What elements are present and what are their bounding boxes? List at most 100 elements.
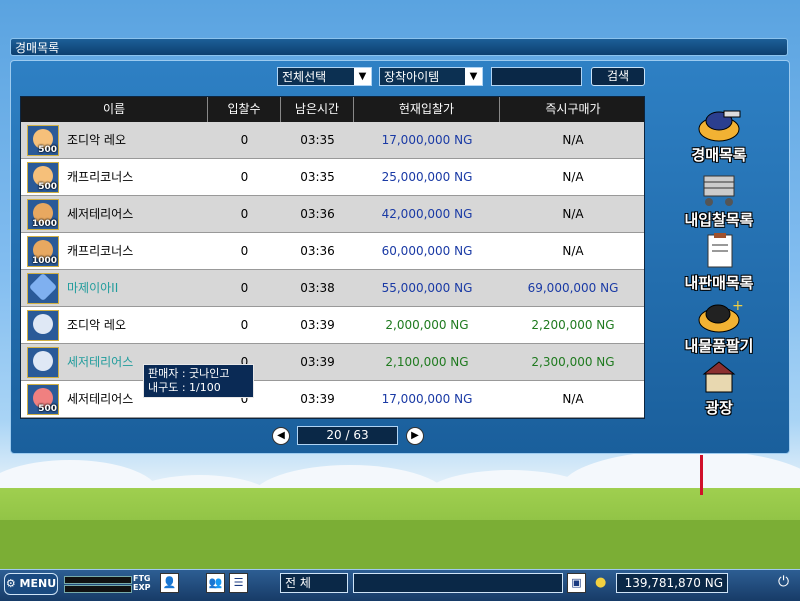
bid-count: 0 bbox=[240, 281, 249, 295]
buyout-price: N/A bbox=[562, 244, 584, 258]
column-header-bids[interactable]: 입찰수 bbox=[208, 97, 281, 122]
current-bid: 55,000,000 NG bbox=[381, 281, 473, 295]
table-row[interactable]: 500 캐프리코너스 0 03:35 25,000,000 NG N/A bbox=[21, 159, 644, 196]
bid-count: 0 bbox=[240, 318, 249, 332]
table-row[interactable]: 500 세저테리어스 0 03:39 17,000,000 NG N/A bbox=[21, 381, 644, 418]
column-header-current-bid[interactable]: 현재입찰가 bbox=[354, 97, 500, 122]
side-menu-plaza[interactable]: 광장 bbox=[676, 358, 762, 418]
bid-count: 0 bbox=[240, 170, 249, 184]
side-menu-label: 경매목록 bbox=[691, 146, 747, 164]
item-name: 조디악 레오 bbox=[67, 318, 127, 332]
side-menu-label: 내판매목록 bbox=[684, 274, 754, 292]
buyout-price: N/A bbox=[562, 207, 584, 221]
potion-icon: 500 bbox=[27, 162, 59, 193]
item-name: 세저테리어스 bbox=[67, 207, 134, 221]
time-left: 03:38 bbox=[300, 281, 335, 295]
search-button[interactable]: 검색 bbox=[591, 67, 645, 86]
zodiac-icon bbox=[27, 347, 59, 378]
current-bid: 25,000,000 NG bbox=[381, 170, 473, 184]
plaza-building-icon bbox=[702, 361, 736, 393]
table-row[interactable]: 1000 세저테리어스 0 03:36 42,000,000 NG N/A bbox=[21, 196, 644, 233]
column-header-buyout[interactable]: 즉시구매가 bbox=[500, 97, 644, 122]
bid-count: 0 bbox=[240, 207, 249, 221]
side-menu-label: 내물품팔기 bbox=[684, 337, 754, 355]
person-icon: 👤 bbox=[162, 576, 177, 589]
ftg-label: FTG bbox=[133, 574, 151, 583]
page-indicator: 20 / 63 bbox=[297, 426, 398, 445]
background-ground bbox=[0, 520, 800, 570]
side-menu-my-sales[interactable]: 내판매목록 bbox=[676, 233, 762, 293]
friends-icon: 👥 bbox=[208, 576, 223, 589]
time-left: 03:36 bbox=[300, 244, 335, 258]
notes-button[interactable]: ☰ bbox=[229, 573, 248, 593]
category-select-value: 전체선택 bbox=[282, 70, 327, 84]
bottom-bar: ⚙ MENU FTG EXP 👤 👥 ☰ 전 체 ▣ ● 139,781,870… bbox=[0, 569, 800, 601]
side-menu-auction-list[interactable]: 경매목록 bbox=[676, 105, 762, 165]
side-menu-my-bids[interactable]: 내입찰목록 bbox=[676, 170, 762, 230]
table-row[interactable]: 마제이아II 0 03:38 55,000,000 NG 69,000,000 … bbox=[21, 270, 644, 307]
time-left: 03:35 bbox=[300, 133, 335, 147]
category-select[interactable]: 전체선택 ▼ bbox=[277, 67, 372, 86]
window-title: 경매목록 bbox=[10, 38, 788, 56]
coin-icon: ● bbox=[595, 575, 607, 590]
table-row[interactable]: 조디악 레오 0 03:39 2,000,000 NG 2,200,000 NG bbox=[21, 307, 644, 344]
character-button[interactable]: 👤 bbox=[160, 573, 179, 593]
current-bid: 17,000,000 NG bbox=[381, 133, 473, 147]
buyout-price: N/A bbox=[562, 170, 584, 184]
current-bid: 2,000,000 NG bbox=[385, 318, 469, 332]
background-pole bbox=[700, 455, 703, 495]
exp-label: EXP bbox=[133, 583, 151, 592]
bid-count: 0 bbox=[240, 244, 249, 258]
chevron-down-icon[interactable]: ▼ bbox=[354, 68, 371, 85]
buyout-price: 2,300,000 NG bbox=[531, 355, 615, 369]
menu-button[interactable]: ⚙ MENU bbox=[4, 573, 58, 595]
current-bid: 60,000,000 NG bbox=[381, 244, 473, 258]
buyout-price: N/A bbox=[562, 392, 584, 406]
current-bid: 17,000,000 NG bbox=[381, 392, 473, 406]
table-row[interactable]: 1000 캐프리코너스 0 03:36 60,000,000 NG N/A bbox=[21, 233, 644, 270]
side-menu-label: 광장 bbox=[705, 399, 733, 417]
notes-icon: ☰ bbox=[233, 576, 244, 589]
search-input[interactable] bbox=[491, 67, 582, 86]
potion-icon: 1000 bbox=[27, 236, 59, 267]
chevron-down-icon[interactable]: ▼ bbox=[465, 68, 482, 85]
potion-icon: 500 bbox=[27, 384, 59, 415]
exp-gauge bbox=[64, 585, 132, 593]
buyout-price: N/A bbox=[562, 133, 584, 147]
clipboard-icon bbox=[707, 233, 733, 268]
log-icon: ▣ bbox=[571, 576, 582, 589]
bid-count: 0 bbox=[240, 133, 249, 147]
side-menu-sell-item[interactable]: + 내물품팔기 bbox=[676, 296, 762, 356]
item-name: 세저테리어스 bbox=[67, 355, 134, 369]
time-left: 03:39 bbox=[300, 392, 335, 406]
table-row[interactable]: 세저테리어스 0 03:39 2,100,000 NG 2,300,000 NG bbox=[21, 344, 644, 381]
chevron-left-icon: ◀ bbox=[277, 430, 285, 441]
item-name: 캐프리코너스 bbox=[67, 170, 134, 184]
item-name: 캐프리코너스 bbox=[67, 244, 134, 258]
next-page-button[interactable]: ▶ bbox=[406, 427, 424, 445]
exit-icon[interactable]: ⏻ bbox=[778, 574, 789, 590]
item-name: 조디악 레오 bbox=[67, 133, 127, 147]
friends-button[interactable]: 👥 bbox=[206, 573, 225, 593]
ftg-gauge bbox=[64, 576, 132, 584]
subcategory-select[interactable]: 장착아이템 ▼ bbox=[379, 67, 483, 86]
time-left: 03:36 bbox=[300, 207, 335, 221]
tooltip-durability: 내구도 : 1/100 bbox=[148, 381, 221, 394]
chat-log-button[interactable]: ▣ bbox=[567, 573, 586, 593]
chat-input[interactable] bbox=[353, 573, 563, 593]
item-tooltip: 판매자 : 굿나인고 내구도 : 1/100 bbox=[143, 364, 254, 398]
prev-page-button[interactable]: ◀ bbox=[272, 427, 290, 445]
current-bid: 42,000,000 NG bbox=[381, 207, 473, 221]
tooltip-seller: 판매자 : 굿나인고 bbox=[148, 367, 230, 380]
svg-text:+: + bbox=[732, 298, 744, 314]
chevron-right-icon: ▶ bbox=[411, 430, 419, 441]
menu-icon: ⚙ bbox=[5, 577, 16, 590]
chat-channel-select[interactable]: 전 체 bbox=[280, 573, 348, 593]
column-header-time[interactable]: 남은시간 bbox=[281, 97, 354, 122]
column-header-name[interactable]: 이름 bbox=[21, 97, 208, 122]
table-row[interactable]: 500 조디악 레오 0 03:35 17,000,000 NG N/A bbox=[21, 122, 644, 159]
money-display: 139,781,870 NG bbox=[616, 573, 728, 593]
item-name: 세저테리어스 bbox=[67, 392, 134, 406]
buyout-price: 2,200,000 NG bbox=[531, 318, 615, 332]
side-menu-label: 내입찰목록 bbox=[684, 211, 754, 229]
